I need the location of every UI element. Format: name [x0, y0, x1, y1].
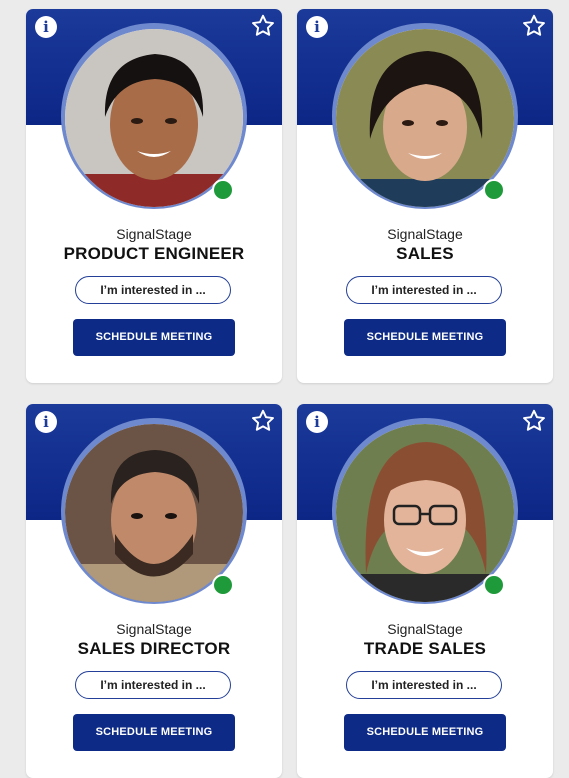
schedule-meeting-button[interactable]: SCHEDULE MEETING — [344, 714, 506, 751]
job-title: SALES DIRECTOR — [77, 639, 231, 658]
interest-button[interactable]: I’m interested in ... — [75, 276, 231, 304]
info-icon[interactable]: i — [35, 411, 57, 433]
info-icon[interactable]: i — [306, 16, 328, 38]
star-outline-icon[interactable] — [521, 13, 547, 39]
company-name: SignalStage — [116, 621, 192, 637]
company-name: SignalStage — [387, 621, 463, 637]
online-status-dot — [483, 179, 505, 201]
contact-card-product-engineer: i SignalStage PRODUCT ENGINEER I’m inter… — [26, 9, 282, 383]
contact-card-sales-director: i SignalStage SALES DIRECTOR I’m interes… — [26, 404, 282, 778]
job-title: TRADE SALES — [363, 639, 487, 658]
star-outline-icon[interactable] — [521, 408, 547, 434]
online-status-dot — [212, 574, 234, 596]
info-icon[interactable]: i — [306, 411, 328, 433]
company-name: SignalStage — [387, 226, 463, 242]
online-status-dot — [212, 179, 234, 201]
schedule-meeting-button[interactable]: SCHEDULE MEETING — [73, 319, 235, 356]
schedule-meeting-button[interactable]: SCHEDULE MEETING — [344, 319, 506, 356]
job-title: SALES — [396, 244, 454, 263]
star-outline-icon[interactable] — [250, 13, 276, 39]
interest-button[interactable]: I’m interested in ... — [346, 276, 502, 304]
schedule-meeting-button[interactable]: SCHEDULE MEETING — [73, 714, 235, 751]
interest-button[interactable]: I’m interested in ... — [75, 671, 231, 699]
contact-card-trade-sales: i SignalStage TRADE SALES I’m interested… — [297, 404, 553, 778]
company-name: SignalStage — [116, 226, 192, 242]
interest-button[interactable]: I’m interested in ... — [346, 671, 502, 699]
online-status-dot — [483, 574, 505, 596]
contact-card-sales: i SignalStage SALES I’m interested in ..… — [297, 9, 553, 383]
star-outline-icon[interactable] — [250, 408, 276, 434]
job-title: PRODUCT ENGINEER — [63, 244, 245, 263]
info-icon[interactable]: i — [35, 16, 57, 38]
